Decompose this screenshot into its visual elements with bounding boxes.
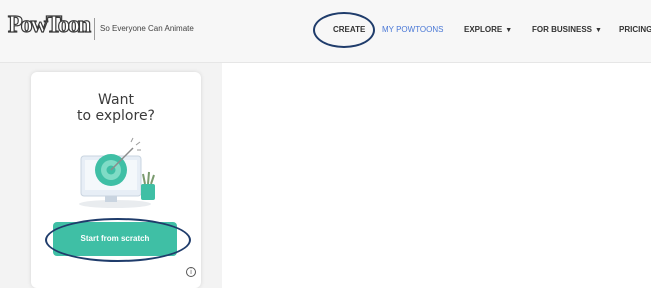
tagline: So Everyone Can Animate bbox=[100, 24, 194, 33]
nav-my-powtoons[interactable]: MY POWTOONS bbox=[382, 25, 444, 34]
nav-explore[interactable]: EXPLORE ▼ bbox=[464, 25, 512, 34]
computer-target-icon bbox=[79, 137, 155, 208]
chevron-down-icon: ▼ bbox=[595, 27, 602, 34]
nav-for-business[interactable]: FOR BUSINESS ▼ bbox=[532, 25, 602, 34]
powtoon-logo[interactable]: PowToon bbox=[7, 11, 91, 39]
page: PowToon So Everyone Can Animate CREATE M… bbox=[0, 0, 651, 288]
card-title-line-2: to explore? bbox=[77, 108, 155, 124]
card-title-line-1: Want bbox=[98, 92, 134, 108]
logo-divider bbox=[94, 18, 95, 40]
info-icon[interactable]: i bbox=[186, 267, 196, 277]
nav-explore-label: EXPLORE bbox=[464, 25, 503, 34]
top-navigation-bar: PowToon So Everyone Can Animate CREATE M… bbox=[0, 0, 651, 63]
annotation-circle-create bbox=[313, 12, 375, 48]
chevron-down-icon: ▼ bbox=[505, 27, 513, 34]
main-content-area bbox=[222, 63, 651, 288]
nav-for-business-label: FOR BUSINESS bbox=[532, 25, 593, 34]
card-title: Want to explore? bbox=[31, 92, 201, 124]
explore-card: Want to explore? Start from scratch i bbox=[31, 72, 201, 288]
annotation-circle-start-button bbox=[45, 218, 191, 262]
nav-pricing[interactable]: PRICING bbox=[619, 25, 651, 34]
